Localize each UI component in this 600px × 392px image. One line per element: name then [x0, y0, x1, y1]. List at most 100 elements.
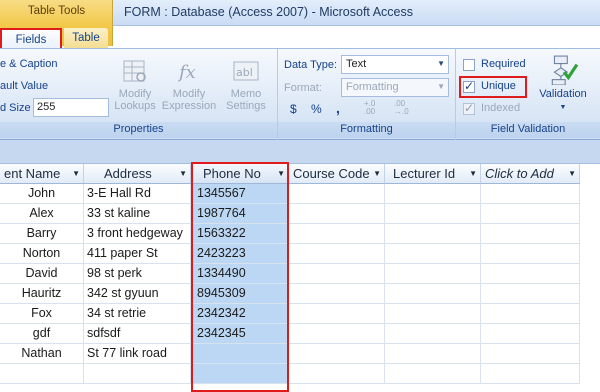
column-header-course-code[interactable]: Course Code ▼: [289, 164, 385, 184]
cell-lecturer-id[interactable]: [385, 224, 481, 244]
required-checkbox[interactable]: [463, 59, 475, 71]
cell-address[interactable]: [84, 364, 191, 384]
currency-icon[interactable]: $: [290, 102, 297, 116]
cell-course-code[interactable]: [289, 304, 385, 324]
modify-expression-button: fx Modify Expression: [160, 57, 218, 112]
cell-click-to-add[interactable]: [481, 344, 580, 364]
svg-text:fx: fx: [177, 62, 196, 83]
cell-lecturer-id[interactable]: [385, 264, 481, 284]
cell-lecturer-id[interactable]: [385, 204, 481, 224]
percent-icon[interactable]: %: [311, 102, 322, 116]
cell-click-to-add[interactable]: [481, 184, 580, 204]
cell-course-code[interactable]: [289, 224, 385, 244]
cell-student-name[interactable]: John: [0, 184, 84, 204]
chevron-down-icon[interactable]: ▼: [72, 164, 80, 183]
cell-student-name[interactable]: Barry: [0, 224, 84, 244]
cell-course-code[interactable]: [289, 264, 385, 284]
cell-student-name[interactable]: Nathan: [0, 344, 84, 364]
chevron-down-icon[interactable]: ▼: [568, 164, 576, 183]
column-header-lecturer-id[interactable]: Lecturer Id ▼: [385, 164, 481, 184]
cell-click-to-add[interactable]: [481, 264, 580, 284]
field-size-label: d Size: [0, 102, 31, 114]
cell-address[interactable]: St 77 link road: [84, 344, 191, 364]
required-label: Required: [481, 58, 526, 70]
cell-click-to-add[interactable]: [481, 324, 580, 344]
column-header-student-name[interactable]: ent Name ▼: [0, 164, 84, 184]
cell-student-name[interactable]: Alex: [0, 204, 84, 224]
cell-course-code[interactable]: [289, 284, 385, 304]
chevron-down-icon: ▼: [559, 104, 567, 111]
cell-click-to-add[interactable]: [481, 204, 580, 224]
cell-course-code[interactable]: [289, 244, 385, 264]
data-type-label: Data Type:: [284, 59, 337, 71]
cell-student-name[interactable]: Norton: [0, 244, 84, 264]
cell-student-name[interactable]: gdf: [0, 324, 84, 344]
cell-click-to-add[interactable]: [481, 224, 580, 244]
cell-course-code[interactable]: [289, 344, 385, 364]
cell-lecturer-id[interactable]: [385, 244, 481, 264]
cell-click-to-add[interactable]: [481, 304, 580, 324]
indexed-label: Indexed: [481, 102, 521, 114]
chevron-down-icon[interactable]: ▼: [179, 164, 187, 183]
ribbon: e & Caption ault Value d Size 255 Modify…: [0, 48, 600, 140]
cell-student-name[interactable]: [0, 364, 84, 384]
column-header-label: Lecturer Id: [393, 166, 456, 181]
field-validation-group: Required Unique Indexed Validation ▼ Fie…: [456, 49, 600, 140]
formatting-group-label: Formatting: [278, 122, 455, 138]
cell-lecturer-id[interactable]: [385, 284, 481, 304]
cell-click-to-add[interactable]: [481, 284, 580, 304]
cell-lecturer-id[interactable]: [385, 304, 481, 324]
properties-group-label: Properties: [0, 122, 277, 138]
cell-address[interactable]: 98 st perk: [84, 264, 191, 284]
column-header-address[interactable]: Address ▼: [84, 164, 191, 184]
table-tools-label: Table Tools: [27, 5, 86, 17]
validation-flowchart-icon: [551, 55, 578, 85]
cell-lecturer-id[interactable]: [385, 364, 481, 384]
cell-course-code[interactable]: [289, 324, 385, 344]
cell-lecturer-id[interactable]: [385, 184, 481, 204]
cell-address[interactable]: sdfsdf: [84, 324, 191, 344]
decrease-decimals-icon[interactable]: .00 →.0: [394, 100, 418, 116]
cell-student-name[interactable]: Fox: [0, 304, 84, 324]
window-title: FORM : Database (Access 2007) - Microsof…: [124, 5, 413, 19]
modify-lookups-line1: Modify: [118, 88, 152, 100]
tab-table[interactable]: Table: [64, 28, 108, 50]
memo-settings-line2: Settings: [226, 100, 266, 112]
indexed-checkbox: [463, 101, 475, 115]
column-header-label: Address: [104, 166, 152, 181]
cell-course-code[interactable]: [289, 204, 385, 224]
tab-fields[interactable]: Fields: [0, 28, 62, 50]
comma-style-icon[interactable]: ,: [336, 100, 340, 116]
cell-lecturer-id[interactable]: [385, 324, 481, 344]
validation-button[interactable]: Validation ▼: [532, 55, 594, 114]
field-size-input[interactable]: 255: [33, 98, 109, 117]
cell-click-to-add[interactable]: [481, 364, 580, 384]
datasheet: ent Name ▼ Address ▼ Phone No ▼ Course C…: [0, 162, 600, 392]
cell-course-code[interactable]: [289, 364, 385, 384]
chevron-down-icon[interactable]: ▼: [469, 164, 477, 183]
cell-address[interactable]: 342 st gyuun: [84, 284, 191, 304]
cell-course-code[interactable]: [289, 184, 385, 204]
increase-decimals-icon[interactable]: +.0 .00: [364, 100, 388, 116]
default-value-button[interactable]: ault Value: [0, 80, 48, 92]
chevron-down-icon[interactable]: ▼: [373, 164, 381, 183]
phone-column-highlight-box: [191, 162, 289, 392]
memo-abl-icon: abl: [233, 61, 259, 81]
field-validation-group-label: Field Validation: [456, 122, 600, 138]
cell-student-name[interactable]: Hauritz: [0, 284, 84, 304]
cell-student-name[interactable]: David: [0, 264, 84, 284]
memo-settings-button: abl Memo Settings: [220, 57, 272, 112]
memo-settings-line1: Memo: [230, 88, 262, 100]
cell-click-to-add[interactable]: [481, 244, 580, 264]
cell-lecturer-id[interactable]: [385, 344, 481, 364]
cell-address[interactable]: 411 paper St: [84, 244, 191, 264]
modify-lookups-line2: Lookups: [114, 100, 156, 112]
name-caption-button[interactable]: e & Caption: [0, 58, 57, 70]
fx-icon: fx: [177, 62, 196, 83]
cell-address[interactable]: 33 st kaline: [84, 204, 191, 224]
cell-address[interactable]: 34 st retrie: [84, 304, 191, 324]
cell-address[interactable]: 3 front hedgeway: [84, 224, 191, 244]
data-type-dropdown[interactable]: Text ▼: [341, 55, 449, 74]
click-to-add-header[interactable]: Click to Add ▼: [481, 164, 580, 184]
cell-address[interactable]: 3-E Hall Rd: [84, 184, 191, 204]
